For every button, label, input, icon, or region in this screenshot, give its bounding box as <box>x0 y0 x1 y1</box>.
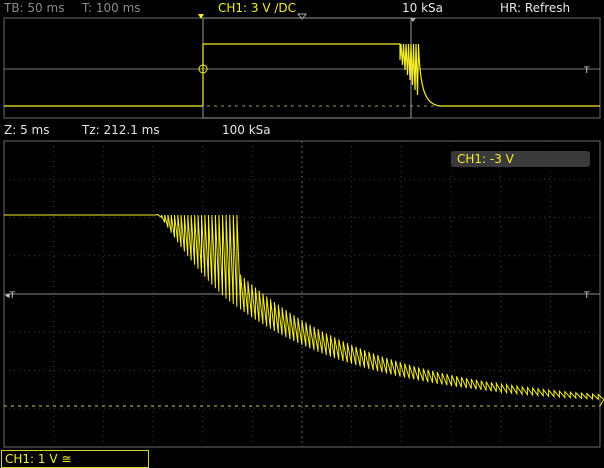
overview-waveform <box>4 43 600 107</box>
scope-display: T ◂T T <box>3 13 604 448</box>
channel-offset-readout[interactable]: CH1: -3 V <box>451 151 590 167</box>
zoom-window[interactable]: ◂T T <box>3 140 604 448</box>
left-trigger-marker[interactable]: ◂T <box>5 291 16 301</box>
zoom-waveform <box>4 214 604 407</box>
channel-scale-label[interactable]: CH1: 1 V ≅ <box>1 450 149 468</box>
right-trigger-marker[interactable]: T <box>583 291 590 301</box>
overview-window[interactable]: T <box>3 13 601 119</box>
overview-trigger-level-marker[interactable]: T <box>583 66 590 76</box>
